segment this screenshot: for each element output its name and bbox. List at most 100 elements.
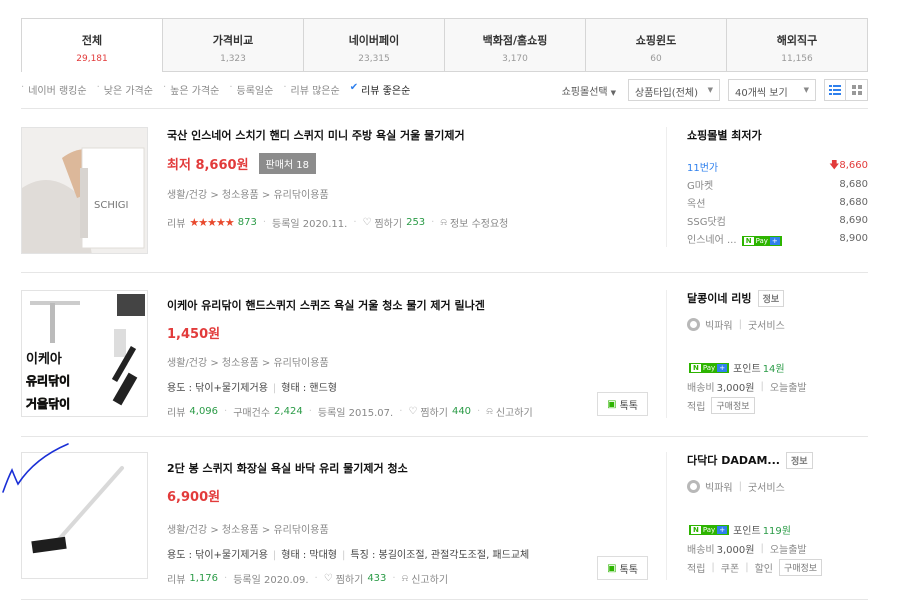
heart-icon[interactable]: ♡ [408, 406, 417, 417]
caret-down-icon: ▼ [803, 86, 809, 94]
tab-overseas[interactable]: 해외직구 11,156 [726, 19, 867, 72]
tab-count: 23,315 [358, 54, 390, 64]
report-link[interactable]: 신고하기 [411, 571, 448, 586]
bell-icon: ⍾ [440, 217, 447, 228]
wish-count: 253 [406, 217, 426, 228]
sort-review-count[interactable]: 리뷰 많은순 [291, 82, 340, 97]
talktalk-button[interactable]: ▣ 톡톡 [597, 392, 648, 416]
mall-price: 🡇8,660 [829, 158, 868, 175]
product-meta: 리뷰 1,176 · 등록일 2020.09. · ♡ 찜하기 433 · ⍾ … [167, 571, 657, 586]
handdrawn-check-icon [2, 443, 69, 493]
wish-button[interactable]: 찜하기 [420, 404, 448, 419]
tab-all[interactable]: 전체 29,181 [22, 19, 162, 72]
benefit-row: 적립 구매정보 [687, 396, 807, 415]
sort-bar: · 네이버 랭킹순 · 낮은 가격순 · 높은 가격순 · 등록일순 · 리뷰 많은순 ✔… [21, 79, 868, 101]
product-price[interactable]: 1,450원 [167, 323, 220, 342]
npay-n: N [743, 236, 754, 245]
tab-shopping-window[interactable]: 쇼핑윈도 60 [585, 19, 726, 72]
mall-name[interactable]: G마켓 [687, 177, 713, 192]
product-thumbnail[interactable]: 이케아 유리닦이 거울닦이 [21, 290, 148, 417]
shipping-row: 배송비 3,000원 | 오늘출발 [687, 539, 822, 558]
mall-name[interactable]: SSG닷컴 [687, 213, 726, 228]
mall-price-row[interactable]: 인스네어 ... N Pay + 8,900 [687, 229, 868, 247]
mall-name[interactable]: 인스네어 ... N Pay + [687, 231, 782, 246]
mall-select[interactable]: 쇼핑몰선택 ▼ [562, 83, 616, 98]
spec-shape: 형태 : 핸드형 [281, 383, 338, 394]
separator: · [392, 573, 396, 584]
tab-naverpay[interactable]: 네이버페이 23,315 [303, 19, 444, 72]
product-type-select[interactable]: 상품타입(전체) ▼ [628, 79, 720, 101]
mall-price-row[interactable]: SSG닷컴 8,690 [687, 211, 868, 229]
mall-name-text: 인스네어 ... [687, 234, 737, 246]
npay-badge: N Pay + [689, 362, 730, 373]
grid-view-button[interactable] [846, 79, 868, 101]
wish-button[interactable]: 찜하기 [336, 571, 364, 586]
review-label: 리뷰 [167, 219, 186, 230]
mall-price-row[interactable]: 11번가 🡇8,660 [687, 157, 868, 175]
seller-info-tag[interactable]: 정보 [757, 290, 785, 307]
chat-icon: ▣ [607, 398, 617, 410]
product-row: SCHIGI 국산 인스네어 스치기 핸디 스퀴지 미니 주방 욕실 거울 물기… [21, 127, 868, 267]
sort-date[interactable]: 등록일순 [237, 82, 274, 97]
mall-name[interactable]: 11번가 [687, 159, 718, 174]
sort-high-price[interactable]: 높은 가격순 [170, 82, 219, 97]
product-title[interactable]: 2단 봉 스퀴지 화장실 욕실 바닥 유리 물기제거 청소 [167, 460, 657, 476]
page-size-select[interactable]: 40개씩 보기 ▼ [728, 79, 816, 101]
product-price[interactable]: 최저 8,660원 [167, 154, 249, 173]
product-image: SCHIGI [22, 128, 147, 253]
separator: | [342, 550, 346, 561]
report-info-link[interactable]: 정보 수정요청 [450, 215, 508, 230]
bullet-icon: · [283, 82, 287, 93]
report-link[interactable]: 신고하기 [496, 404, 533, 419]
tab-price-compare[interactable]: 가격비교 1,323 [162, 19, 303, 72]
review-count[interactable]: 4,096 [189, 406, 218, 417]
list-view-button[interactable] [824, 79, 846, 101]
seller-grade: 빅파워 | 굿서비스 [687, 317, 868, 332]
product-thumbnail[interactable]: SCHIGI [21, 127, 148, 254]
seller-details: N Pay + 포인트 119원 배송비 3,000원 | 오늘출발 적립 | 쿠폰… [687, 520, 823, 577]
talktalk-button[interactable]: ▣ 톡톡 [597, 556, 648, 580]
mall-price-row[interactable]: 옥션 8,680 [687, 193, 868, 211]
seller-name[interactable]: 달콩이네 리빙 [687, 292, 752, 305]
review-count[interactable]: 873 [238, 217, 257, 228]
mall-price-row[interactable]: G마켓 8,680 [687, 175, 868, 193]
heart-icon[interactable]: ♡ [363, 217, 372, 228]
lowest-price-panel: 쇼핑몰별 최저가 11번가 🡇8,660 G마켓 8,680 옥션 8,680 … [666, 127, 868, 247]
sellers-badge[interactable]: 판매처 18 [258, 153, 317, 174]
seller-name[interactable]: 다닥다 DADAM... [687, 454, 780, 467]
product-title[interactable]: 국산 인스네어 스치기 핸디 스퀴지 미니 주방 욕실 거울 물기제거 [167, 127, 657, 143]
tab-department-homeshopping[interactable]: 백화점/홈쇼핑 3,170 [444, 19, 585, 72]
tab-label: 해외직구 [776, 34, 818, 47]
heart-icon[interactable]: ♡ [324, 573, 333, 584]
mall-name[interactable]: 옥션 [687, 195, 705, 210]
seller-grade: 빅파워 | 굿서비스 [687, 479, 868, 494]
product-price[interactable]: 6,900원 [167, 486, 220, 505]
buy-info-tag[interactable]: 구매정보 [778, 559, 823, 576]
spec-use: 용도 : 닦이+물기제거용 [167, 383, 268, 394]
sort-ranking[interactable]: 네이버 랭킹순 [28, 82, 86, 97]
shipping-value: 3,000원 [716, 545, 755, 556]
spec-use: 용도 : 닦이+물기제거용 [167, 550, 268, 561]
coupon-label: 쿠폰 [720, 564, 740, 575]
product-image: 이케아 유리닦이 거울닦이 [22, 291, 147, 416]
product-category: 생활/건강 > 청소용품 > 유리닦이용품 [167, 190, 329, 201]
mall-price: 8,900 [839, 232, 868, 244]
bell-icon: ⍾ [486, 406, 493, 417]
point-label: 포인트 [733, 526, 761, 537]
separator: | [738, 319, 742, 330]
npay-n: N [691, 363, 701, 372]
review-count[interactable]: 1,176 [189, 573, 218, 584]
buy-info-tag[interactable]: 구매정보 [711, 397, 755, 414]
tab-count: 1,323 [220, 54, 246, 64]
product-title[interactable]: 이케아 유리닦이 핸드스퀴지 스퀴즈 욕실 거울 청소 물기 제거 릴나겐 [167, 297, 657, 313]
sort-review-score[interactable]: 리뷰 좋은순 [361, 82, 410, 97]
seller-info-tag[interactable]: 정보 [785, 452, 813, 469]
wish-button[interactable]: 찜하기 [374, 215, 402, 230]
seller-name-row: 다닥다 DADAM... 정보 [687, 452, 868, 469]
mall-price: 8,680 [839, 178, 868, 190]
mall-price-list: 11번가 🡇8,660 G마켓 8,680 옥션 8,680 SSG닷컴 8,6… [687, 157, 868, 247]
benefit-label: 적립 [687, 564, 706, 575]
wish-count: 433 [367, 573, 387, 584]
separator: · [431, 217, 435, 228]
sort-low-price[interactable]: 낮은 가격순 [104, 82, 153, 97]
